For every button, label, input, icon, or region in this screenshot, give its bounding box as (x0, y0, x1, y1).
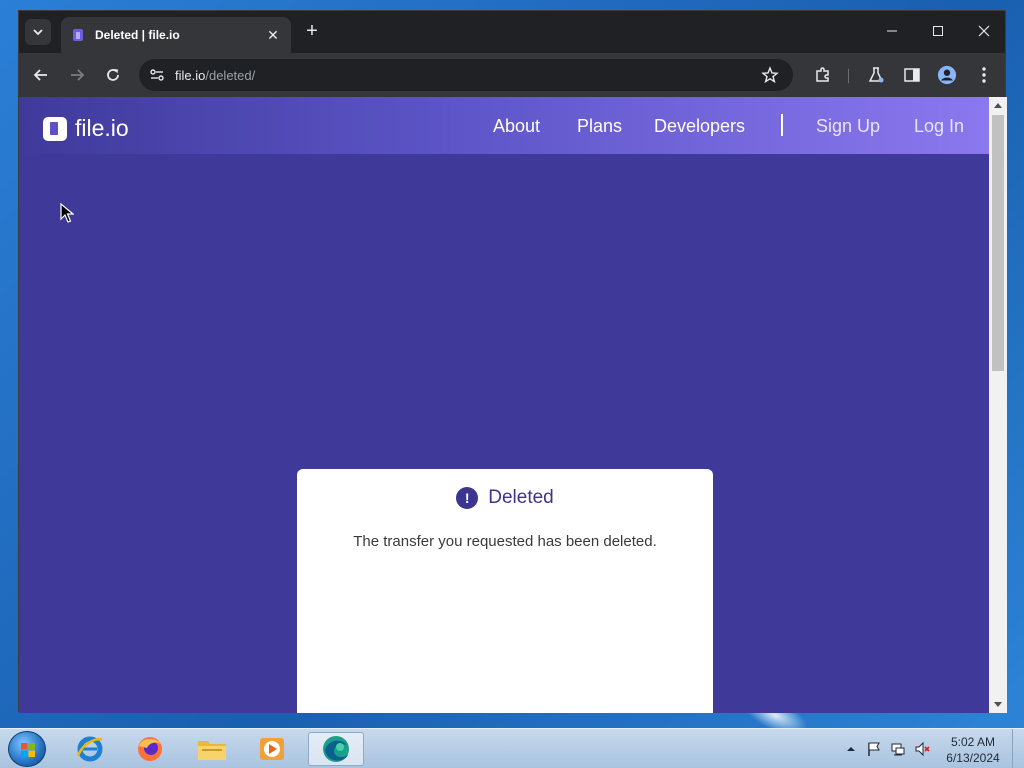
nav-divider (781, 114, 783, 136)
folder-icon (198, 741, 226, 760)
reload-icon (107, 69, 119, 81)
taskbar-edge-browser[interactable] (308, 732, 364, 766)
puzzle-icon (816, 67, 829, 82)
scroll-up-arrow-icon[interactable] (994, 103, 1002, 108)
more-vert-icon (982, 67, 986, 83)
url-host: file.io (175, 67, 206, 83)
media-player-icon (260, 738, 284, 760)
deleted-card: ! Deleted The transfer you requested has… (297, 469, 713, 713)
side-panel-button[interactable] (902, 65, 922, 85)
nav-log-in[interactable]: Log In (914, 116, 964, 137)
network-icon[interactable] (890, 741, 906, 757)
labs-button[interactable] (866, 65, 886, 85)
card-header: ! Deleted (297, 487, 713, 509)
fileio-favicon-icon (73, 29, 83, 41)
reload-button[interactable] (101, 63, 125, 87)
clock-date: 6/13/2024 (946, 751, 1000, 765)
address-bar[interactable]: file.io/deleted/ (139, 59, 793, 91)
nav-developers[interactable]: Developers (654, 116, 745, 137)
close-icon (978, 25, 990, 37)
nav-sign-up[interactable]: Sign Up (816, 116, 880, 137)
close-window-button[interactable] (961, 11, 1007, 51)
firefox-icon (138, 737, 162, 761)
logo-text: file.io (75, 115, 129, 141)
taskbar-firefox[interactable] (122, 732, 178, 766)
windows-logo-icon (21, 743, 35, 757)
start-button[interactable] (8, 731, 46, 767)
bookmark-star-icon[interactable] (761, 66, 779, 84)
tab-title: Deleted | file.io (95, 28, 180, 42)
internet-explorer-icon (76, 736, 103, 762)
taskbar-file-explorer[interactable] (184, 732, 240, 766)
taskbar-media-player[interactable] (244, 732, 300, 766)
clock-time: 5:02 AM (950, 735, 996, 749)
avatar-icon (937, 65, 957, 85)
show-hidden-icons-icon[interactable] (846, 744, 856, 754)
nav-about[interactable]: About (493, 116, 540, 137)
edge-icon (323, 736, 349, 762)
site-settings-icon[interactable] (149, 67, 165, 83)
side-panel-icon (904, 68, 920, 82)
chevron-down-icon (33, 29, 43, 36)
page-viewport: file.io About Plans Developers Sign Up L… (19, 97, 989, 713)
alert-icon: ! (456, 487, 479, 509)
browser-toolbar: file.io/deleted/ (19, 53, 1005, 97)
menu-button[interactable] (974, 65, 994, 85)
fileio-logo-icon (43, 116, 67, 141)
nav-plans[interactable]: Plans (577, 116, 622, 137)
url-text: file.io/deleted/ (175, 68, 255, 83)
volume-muted-icon[interactable] (914, 741, 930, 757)
flask-icon (868, 67, 884, 83)
site-logo[interactable]: file.io (43, 115, 129, 142)
system-clock[interactable]: 5:02 AM 6/13/2024 (940, 734, 1006, 766)
back-button[interactable] (29, 63, 53, 87)
tab-search-button[interactable] (25, 19, 51, 45)
minimize-button[interactable] (869, 11, 915, 51)
toolbar-divider (848, 69, 849, 83)
taskbar: 5:02 AM 6/13/2024 (0, 728, 1024, 768)
profile-button[interactable] (937, 65, 957, 85)
new-tab-button[interactable]: + (301, 21, 323, 43)
minimize-icon (887, 30, 897, 32)
show-desktop-button[interactable] (1012, 729, 1024, 768)
card-title: Deleted (488, 487, 554, 508)
scroll-down-arrow-icon[interactable] (994, 702, 1002, 707)
url-path: /deleted/ (205, 67, 256, 83)
tab-close-icon[interactable]: ✕ (265, 27, 281, 44)
tab-active[interactable]: Deleted | file.io ✕ (61, 17, 291, 53)
taskbar-internet-explorer[interactable] (62, 732, 118, 766)
back-arrow-icon (33, 69, 47, 81)
page-scrollbar[interactable] (989, 97, 1007, 713)
site-header: file.io About Plans Developers Sign Up L… (19, 97, 989, 154)
tab-bar: Deleted | file.io ✕ + (19, 11, 1005, 53)
maximize-button[interactable] (915, 11, 961, 51)
mouse-pointer-icon (60, 203, 74, 223)
forward-arrow-icon (71, 69, 85, 81)
card-message: The transfer you requested has been dele… (353, 533, 657, 550)
browser-window: Deleted | file.io ✕ + file.io/deleted/ f… (18, 10, 1007, 713)
extensions-button[interactable] (813, 65, 833, 85)
scrollbar-thumb[interactable] (992, 115, 1004, 371)
maximize-icon (933, 26, 943, 36)
forward-button[interactable] (65, 63, 89, 87)
action-center-flag-icon[interactable] (866, 741, 882, 757)
